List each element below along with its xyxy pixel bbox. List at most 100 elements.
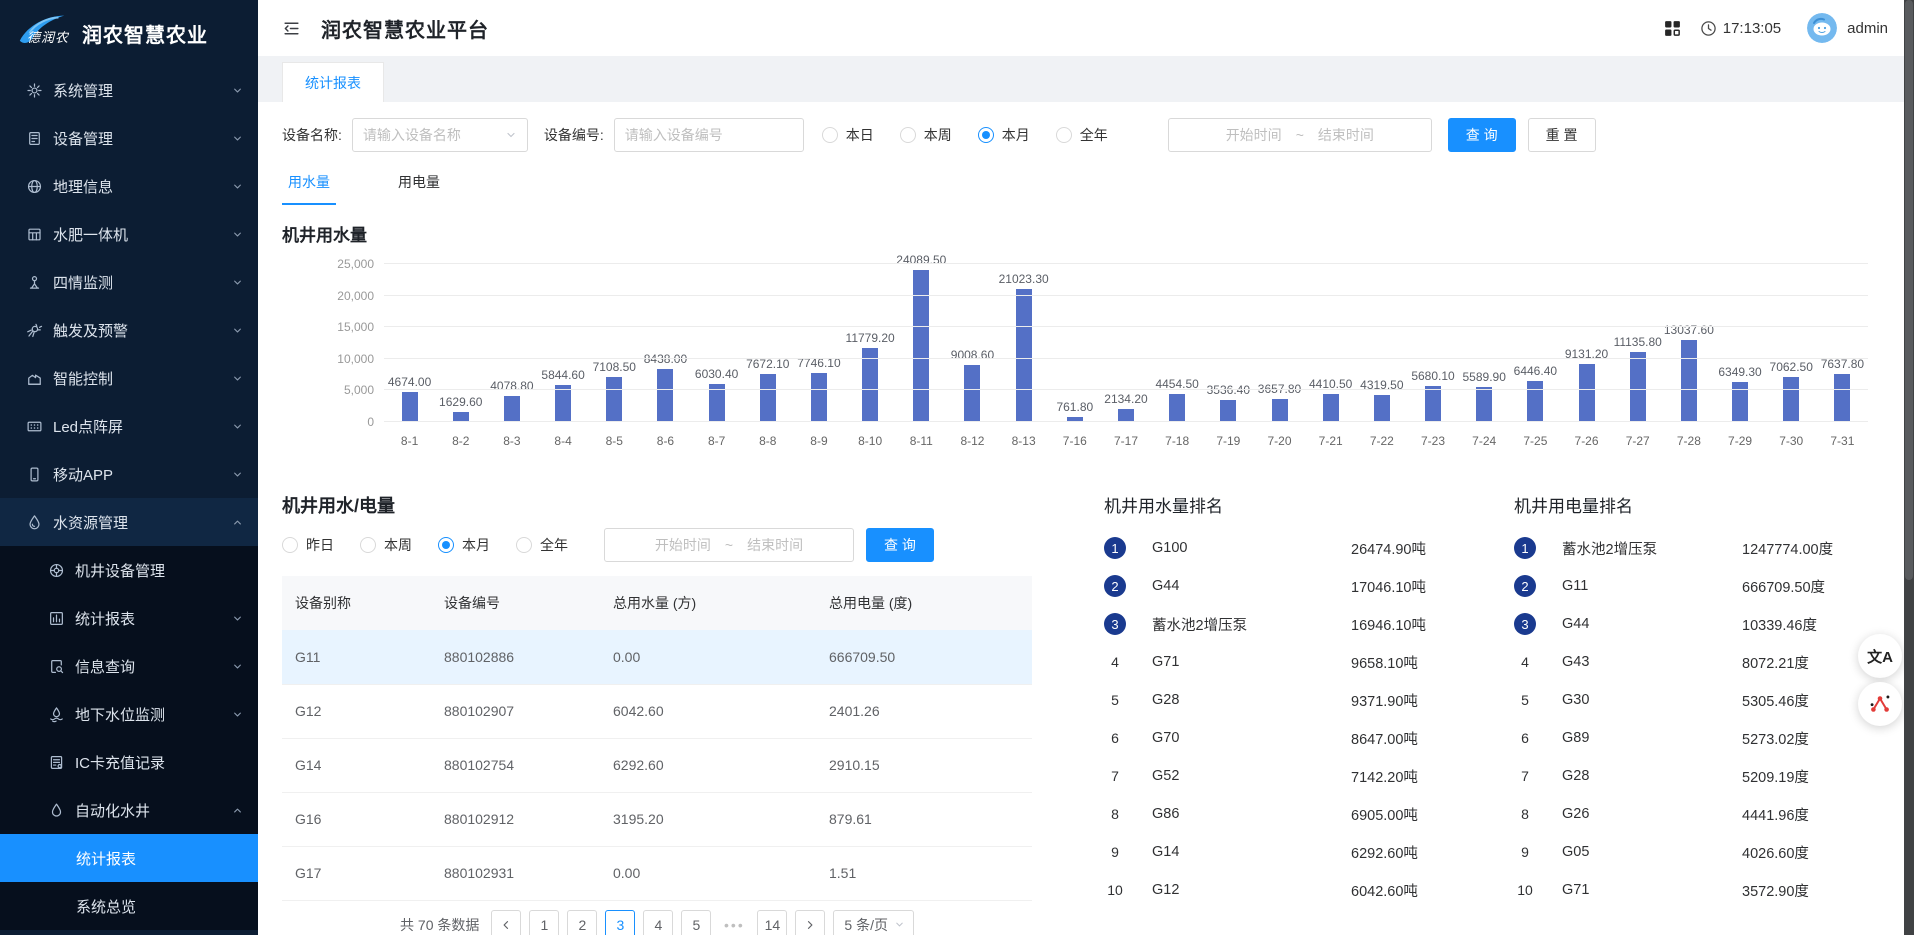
sidebar-item-5[interactable]: 触发及预警 — [0, 306, 258, 354]
bar[interactable] — [1272, 399, 1288, 422]
sidebar-item-0[interactable]: 系统管理 — [0, 66, 258, 114]
sidebar-item-1[interactable]: 设备管理 — [0, 114, 258, 162]
bar[interactable] — [1579, 364, 1595, 422]
bar-group-8-13: 21023.308-13 — [998, 264, 1049, 422]
rank-device-value: 10339.46度 — [1742, 614, 1817, 635]
bar[interactable] — [913, 270, 929, 422]
collapse-sidebar-icon[interactable] — [282, 19, 301, 38]
sidebar-item-12[interactable]: 信息查询 — [0, 642, 258, 690]
bar[interactable] — [1118, 409, 1134, 422]
bar[interactable] — [1783, 377, 1799, 422]
radio-全年[interactable]: 全年 — [1056, 125, 1108, 145]
sidebar-item-15[interactable]: 自动化水井 — [0, 786, 258, 834]
start-date-placeholder: 开始时间 — [655, 535, 711, 555]
bar[interactable] — [1374, 395, 1390, 422]
rank-badge: 6 — [1104, 727, 1126, 749]
bar[interactable] — [1016, 289, 1032, 422]
bar[interactable] — [1220, 400, 1236, 422]
bar[interactable] — [657, 369, 673, 422]
next-page-button[interactable] — [795, 910, 825, 935]
sidebar-item-4[interactable]: 四情监测 — [0, 258, 258, 306]
page-ellipsis[interactable]: ••• — [719, 910, 749, 935]
ranking-item: 9G054026.60度 — [1514, 833, 1886, 871]
page-size-select[interactable]: 5 条/页 — [833, 910, 914, 935]
tab-statistics-report[interactable]: 统计报表 — [282, 62, 384, 102]
subtab-1[interactable]: 用电量 — [392, 168, 446, 205]
bar[interactable] — [811, 373, 827, 422]
sidebar-item-16[interactable]: 统计报表 — [0, 834, 258, 882]
bar[interactable] — [1732, 382, 1748, 422]
page-button-4[interactable]: 4 — [643, 910, 673, 935]
sidebar-item-11[interactable]: 统计报表 — [0, 594, 258, 642]
sidebar-item-label: 移动APP — [53, 464, 113, 485]
avatar[interactable] — [1807, 13, 1837, 43]
bar[interactable] — [1425, 386, 1441, 422]
radio-昨日[interactable]: 昨日 — [282, 535, 334, 555]
sidebar-item-2[interactable]: 地理信息 — [0, 162, 258, 210]
x-axis-tick: 7-18 — [1165, 434, 1189, 448]
table-query-button[interactable]: 查 询 — [866, 528, 934, 562]
bar[interactable] — [606, 377, 622, 422]
bar[interactable] — [760, 374, 776, 422]
bar[interactable] — [1527, 381, 1543, 422]
table-row[interactable]: G128801029076042.602401.26 — [282, 684, 1032, 738]
sidebar-item-17[interactable]: 系统总览 — [0, 882, 258, 930]
radio-本周[interactable]: 本周 — [900, 125, 952, 145]
sidebar-item-14[interactable]: IC卡充值记录 — [0, 738, 258, 786]
table-cell: 880102886 — [431, 630, 600, 684]
apps-grid-icon[interactable] — [1663, 19, 1682, 38]
device-no-input[interactable] — [614, 118, 804, 152]
bar[interactable] — [1323, 394, 1339, 422]
x-axis-tick: 7-31 — [1830, 434, 1854, 448]
rank-badge: 3 — [1514, 613, 1536, 635]
x-axis-tick: 7-29 — [1728, 434, 1752, 448]
sidebar-item-label: 自动化水井 — [75, 800, 150, 821]
page-button-3[interactable]: 3 — [605, 910, 635, 935]
sidebar-item-7[interactable]: Led点阵屏 — [0, 402, 258, 450]
y-axis-tick: 0 — [282, 415, 374, 429]
date-range-picker[interactable]: 开始时间 ~ 结束时间 — [1168, 118, 1432, 152]
device-name-select[interactable]: 请输入设备名称 — [352, 118, 528, 152]
prev-page-button[interactable] — [491, 910, 521, 935]
radio-本月[interactable]: 本月 — [438, 535, 490, 555]
page-size-value: 5 条/页 — [844, 915, 888, 935]
translate-button[interactable]: 文A — [1858, 634, 1902, 678]
bar[interactable] — [1834, 374, 1850, 422]
page-scrollbar[interactable] — [1904, 0, 1914, 935]
scrollbar-thumb[interactable] — [1905, 0, 1913, 580]
table-row[interactable]: G178801029310.001.51 — [282, 846, 1032, 900]
radio-全年[interactable]: 全年 — [516, 535, 568, 555]
bar[interactable] — [1681, 340, 1697, 422]
bar[interactable] — [1630, 352, 1646, 422]
radio-本日[interactable]: 本日 — [822, 125, 874, 145]
table-cell: G12 — [282, 684, 431, 738]
bar[interactable] — [964, 365, 980, 422]
bar[interactable] — [1476, 387, 1492, 422]
page-button-5[interactable]: 5 — [681, 910, 711, 935]
sidebar-item-9[interactable]: 水资源管理 — [0, 498, 258, 546]
table-row[interactable]: G148801027546292.602910.15 — [282, 738, 1032, 792]
sidebar-item-13[interactable]: 地下水位监测 — [0, 690, 258, 738]
radio-本月[interactable]: 本月 — [978, 125, 1030, 145]
query-button[interactable]: 查 询 — [1448, 118, 1516, 152]
table-date-range-picker[interactable]: 开始时间 ~ 结束时间 — [604, 528, 854, 562]
network-graph-button[interactable] — [1858, 682, 1902, 726]
bar[interactable] — [555, 385, 571, 422]
bar[interactable] — [504, 396, 520, 422]
page-button-14[interactable]: 14 — [757, 910, 787, 935]
page-button-1[interactable]: 1 — [529, 910, 559, 935]
reset-button[interactable]: 重 置 — [1528, 118, 1596, 152]
bar-value-label: 7108.50 — [593, 360, 636, 374]
table-row[interactable]: G168801029123195.20879.61 — [282, 792, 1032, 846]
username[interactable]: admin — [1847, 20, 1888, 37]
sidebar-item-3[interactable]: 水肥一体机 — [0, 210, 258, 258]
sidebar-item-8[interactable]: 移动APP — [0, 450, 258, 498]
radio-本周[interactable]: 本周 — [360, 535, 412, 555]
subtab-0[interactable]: 用水量 — [282, 168, 336, 205]
table-row[interactable]: G118801028860.00666709.50 — [282, 630, 1032, 684]
sidebar-item-10[interactable]: 机井设备管理 — [0, 546, 258, 594]
sidebar-item-6[interactable]: 智能控制 — [0, 354, 258, 402]
bar[interactable] — [402, 392, 418, 422]
page-button-2[interactable]: 2 — [567, 910, 597, 935]
bar[interactable] — [1169, 394, 1185, 422]
